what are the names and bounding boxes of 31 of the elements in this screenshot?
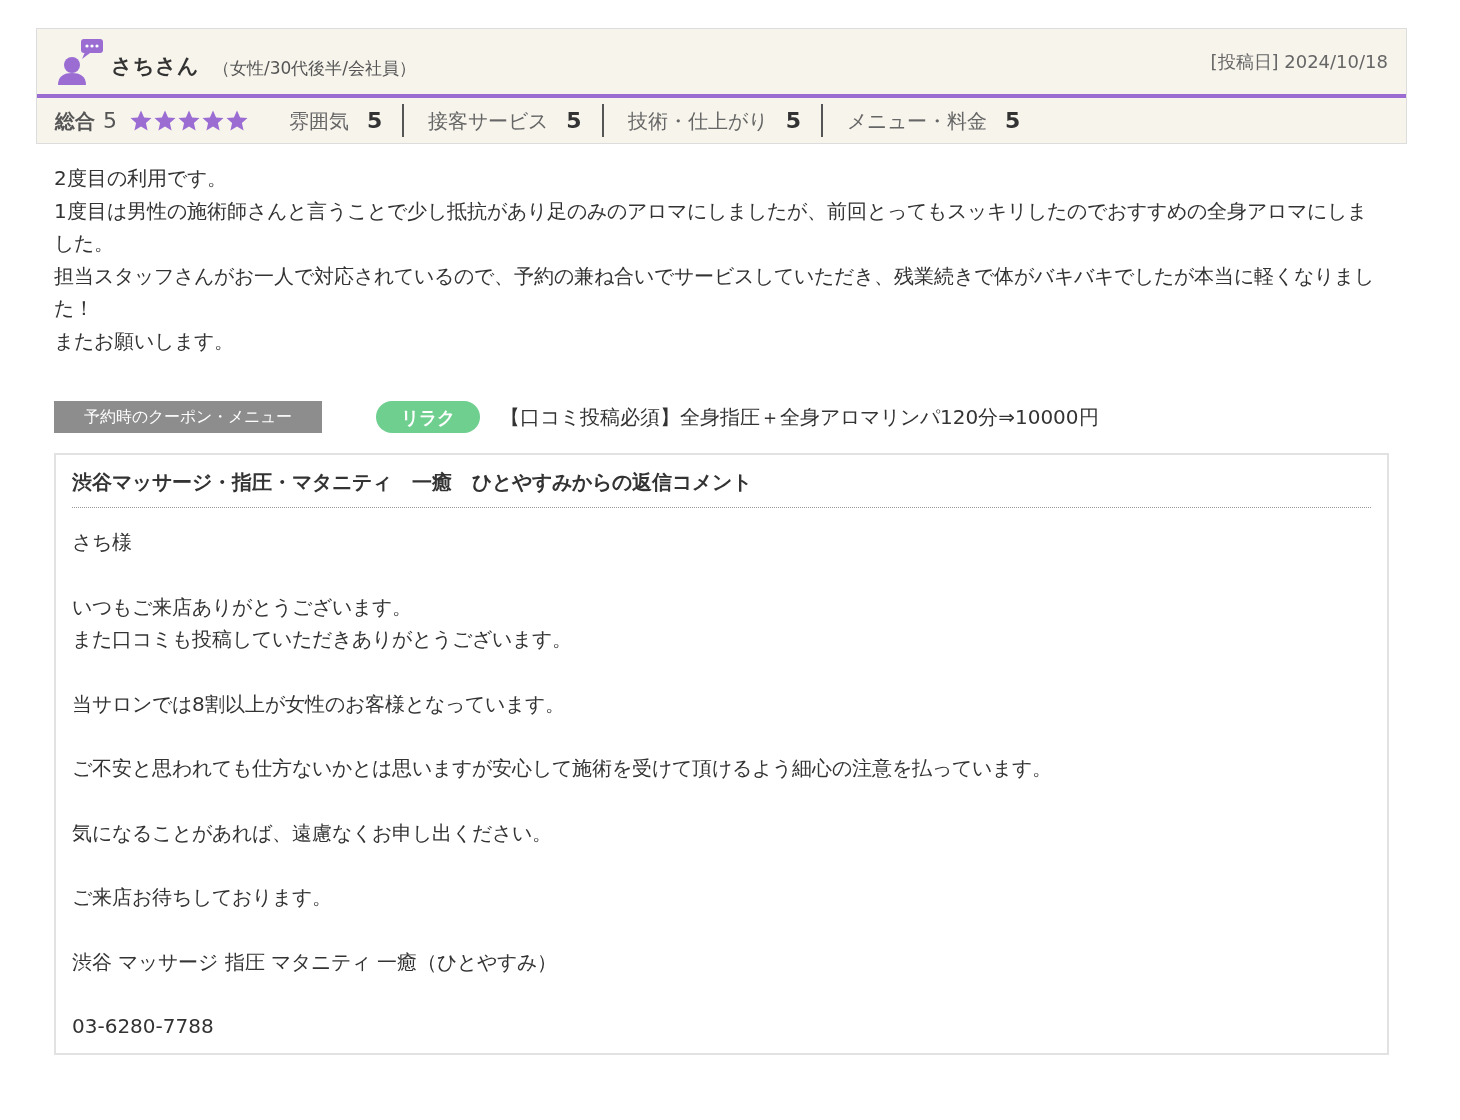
reply-text: 渋谷 マッサージ 指圧 マタニティ 一癒（ひとやすみ） [72,948,559,976]
review-text: 2度目の利用です。 [54,165,228,192]
user-comment-icon [55,36,105,87]
rating-score: 5 [1004,107,1021,135]
reply-text: また口コミも投稿していただきありがとうございます。 [72,626,573,653]
rating-label: 雰囲気 [289,107,349,135]
reply-text: いつもご来店ありがとうございます。 [72,593,413,621]
reviewer-profile: （女性/30代後半/会社員） [213,57,417,80]
rating-score: 5 [785,107,801,135]
coupon-label: 予約時のクーポン・メニュー [54,401,322,433]
reviewer-name: さちさん [111,53,199,80]
rating-score: 5 [566,107,582,135]
reply-text: さち様 [72,529,133,556]
review-text: 担当スタッフさんがお一人で対応されているので、予約の兼ね合いでサービスしていただき、残業続きで体がバキバキでしたが本当に軽くなりました！ [54,262,1375,322]
review-text: またお願いします。 [54,327,235,355]
rating-label: メニュー・料金 [846,107,987,135]
post-date: [投稿日] 2024/10/18 [1210,50,1388,74]
reply-text: 気になることがあれば、遠慮なくお申し出ください。 [72,819,553,847]
reply-title: 渋谷マッサージ・指圧・マタニティ 一癒 ひとやすみからの返信コメント [72,467,1371,508]
rating-label: 接客サービス [428,107,549,135]
overall-score: 5 [103,107,117,135]
reply-text: ご来店お待ちしております。 [72,884,333,911]
reply-text: 03-6280-7788 [72,1013,215,1040]
overall-label: 総合 [55,107,95,135]
rating-score: 5 [367,107,383,135]
review-text: 1度目は男性の施術師さんと言うことで少し抵抗があり足のみのアロマにしましたが、前回とってもスッキリしたのでおすすめの全身アロマにしました。 [54,197,1368,257]
coupon-name: 【口コミ投稿必須】全身指圧＋全身アロマリンパ120分⇒10000円 [500,404,1099,431]
category-tag: リラク [376,401,480,433]
rating-label: 技術・仕上がり [627,107,768,135]
reply-text: ご不安と思われても仕方ないかとは思いますが安心して施術を受けて頂けるよう細心の注意を払っています。 [72,755,1053,782]
reply-text: 当サロンでは8割以上が女性のお客様となっています。 [72,690,566,718]
